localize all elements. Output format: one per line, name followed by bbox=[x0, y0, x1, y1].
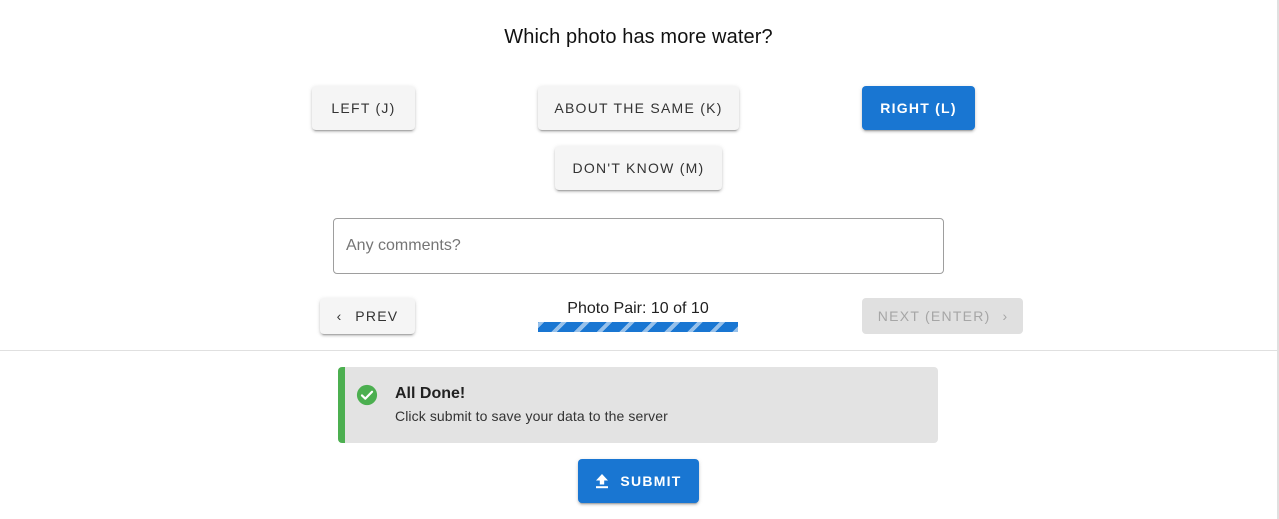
dont-know-button[interactable]: DON'T KNOW (M) bbox=[555, 146, 722, 190]
prev-button-label: PREV bbox=[355, 308, 399, 324]
upload-icon bbox=[596, 474, 609, 489]
submit-button[interactable]: SUBMIT bbox=[578, 459, 699, 503]
left-choice-button[interactable]: LEFT (J) bbox=[312, 86, 415, 130]
right-choice-button[interactable]: RIGHT (L) bbox=[862, 86, 975, 130]
next-button[interactable]: NEXT (ENTER) › bbox=[862, 298, 1023, 334]
submit-button-label: SUBMIT bbox=[620, 473, 682, 489]
completion-alert: All Done! Click submit to save your data… bbox=[338, 367, 938, 443]
progress-bar bbox=[538, 322, 738, 332]
about-the-same-button[interactable]: ABOUT THE SAME (K) bbox=[538, 86, 739, 130]
progress-bar-fill bbox=[538, 322, 738, 332]
question-heading: Which photo has more water? bbox=[504, 26, 773, 48]
alert-title: All Done! bbox=[395, 385, 466, 402]
chevron-left-icon: ‹ bbox=[336, 308, 342, 324]
comments-input[interactable] bbox=[333, 218, 944, 274]
chevron-right-icon: › bbox=[1002, 308, 1008, 324]
next-button-label: NEXT (ENTER) bbox=[877, 308, 991, 324]
photo-pair-counter: Photo Pair: 10 of 10 bbox=[567, 300, 709, 317]
prev-button[interactable]: ‹ PREV bbox=[320, 298, 415, 334]
section-divider bbox=[0, 350, 1277, 351]
check-circle-icon bbox=[356, 384, 378, 406]
alert-message: Click submit to save your data to the se… bbox=[395, 408, 668, 424]
